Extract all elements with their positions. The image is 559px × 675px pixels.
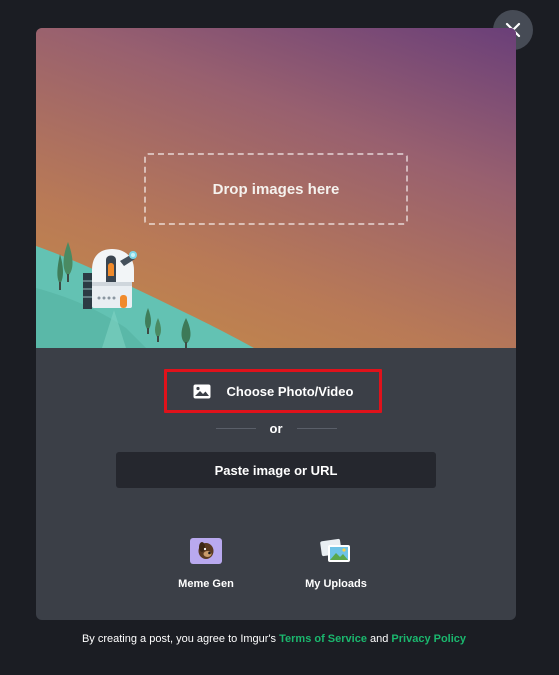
my-uploads-icon <box>320 538 350 562</box>
upload-actions: Choose Photo/Video or Paste image or URL… <box>36 348 516 620</box>
or-label: or <box>269 420 283 436</box>
privacy-policy-link[interactable]: Privacy Policy <box>391 633 466 645</box>
upload-modal: Drop images here Choose Photo/Video or P… <box>36 28 516 620</box>
footer-and: and <box>366 633 392 645</box>
divider-line-right <box>296 427 337 429</box>
my-uploads-button[interactable]: My Uploads <box>281 538 391 598</box>
drop-area[interactable]: Drop images here <box>36 28 516 348</box>
drop-images-label: Drop images here <box>212 180 340 198</box>
image-icon <box>193 384 211 398</box>
meme-gen-label: Meme Gen <box>178 578 234 590</box>
my-uploads-label: My Uploads <box>305 578 367 590</box>
choose-photo-video-button[interactable]: Choose Photo/Video <box>164 369 382 413</box>
footer-prefix: By creating a post, you agree to Imgur's <box>81 633 280 645</box>
meme-gen-button[interactable]: Meme Gen <box>151 538 261 598</box>
drop-zone[interactable]: Drop images here <box>144 153 408 225</box>
divider-line-left <box>215 427 256 429</box>
choose-photo-video-label: Choose Photo/Video <box>226 383 354 399</box>
terms-of-service-link[interactable]: Terms of Service <box>279 633 367 645</box>
or-divider: or <box>212 420 340 436</box>
terms-footer: By creating a post, you agree to Imgur's… <box>0 633 548 645</box>
paste-image-url-button[interactable]: Paste image or URL <box>116 452 436 488</box>
paste-image-url-label: Paste image or URL <box>214 462 338 478</box>
meme-gen-icon <box>190 538 222 564</box>
